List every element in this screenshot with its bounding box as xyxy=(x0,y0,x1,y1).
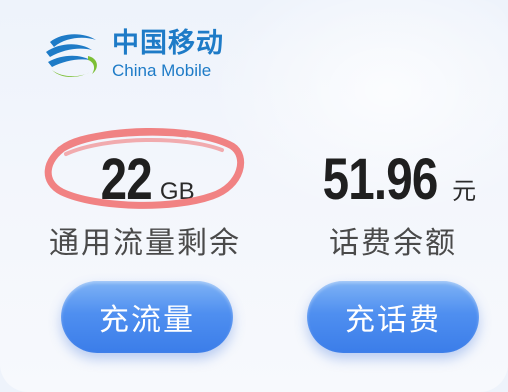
fee-balance-value-row: 51.96 元 xyxy=(278,146,508,212)
data-balance-value-row: 22 GB xyxy=(30,146,260,212)
china-mobile-logo: 中国移动 China Mobile xyxy=(40,28,224,82)
fee-balance-unit: 元 xyxy=(452,178,477,205)
fee-balance-label: 话费余额 xyxy=(329,226,457,261)
balance-card: 中国移动 China Mobile 22 GB 通用流量剩余 51.96 元 话… xyxy=(0,0,508,392)
brand-name-en: China Mobile xyxy=(112,61,212,80)
recharge-data-button[interactable]: 充流量 xyxy=(61,281,233,353)
data-balance-panel: 22 GB 通用流量剩余 xyxy=(30,146,260,262)
data-balance-value: 22 xyxy=(101,147,153,212)
fee-balance-panel: 51.96 元 话费余额 xyxy=(278,146,508,262)
fee-balance-value: 51.96 xyxy=(322,147,439,212)
data-balance-unit: GB xyxy=(159,178,195,205)
brand-name-cn: 中国移动 xyxy=(112,28,224,59)
data-balance-label: 通用流量剩余 xyxy=(49,226,241,261)
china-mobile-logo-icon xyxy=(46,34,97,77)
recharge-fee-button[interactable]: 充话费 xyxy=(307,281,479,353)
